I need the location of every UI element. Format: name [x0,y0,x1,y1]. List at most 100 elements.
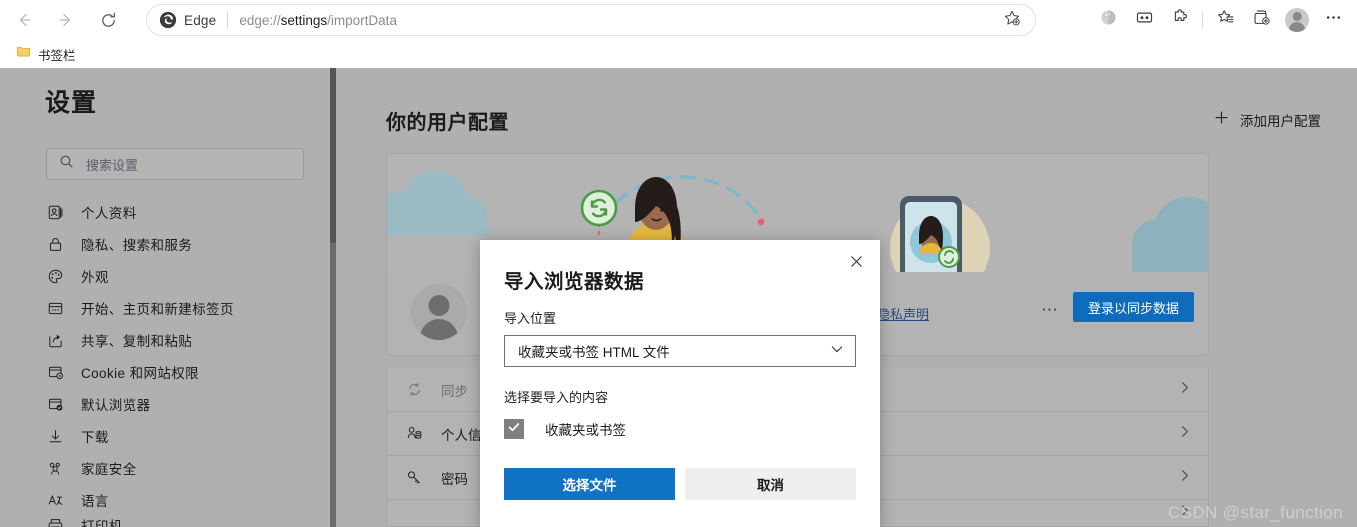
import-source-label: 导入位置 [504,311,557,326]
main-heading: 你的用户配置 [386,112,509,134]
browser-toolbar-actions [1090,4,1351,36]
forward-button[interactable] [48,4,84,36]
extensions-icon [1171,8,1190,32]
settings-and-more-button[interactable] [1315,4,1351,36]
plus-icon [1214,110,1229,130]
sidebar-item-family-safety[interactable]: 家庭安全 [44,452,334,484]
import-content-label: 选择要导入的内容 [504,390,609,405]
sidebar-item-share-copy-paste[interactable]: 共享、复制和粘贴 [44,324,334,356]
cookie-settings-icon [44,361,66,383]
sidebar-item-label: 外观 [81,270,109,285]
chevron-down-icon [829,341,845,362]
language-icon [44,489,66,511]
back-button[interactable] [6,4,42,36]
favorites-checkbox-label: 收藏夹或书签 [545,423,626,438]
sidebar-item-cookies-permissions[interactable]: Cookie 和网站权限 [44,356,334,388]
sidebar-item-label: 默认浏览器 [81,398,151,413]
sidebar-item-downloads[interactable]: 下载 [44,420,334,452]
download-icon [44,425,66,447]
edge-brand-label: Edge [184,12,217,28]
sidebar-item-default-browser[interactable]: 默认浏览器 [44,388,334,420]
navigation-toolbar: Edge edge://settings/importData [0,0,1357,40]
password-key-icon [403,469,425,486]
sidebar-item-label: 家庭安全 [81,462,137,477]
favorites-checkbox[interactable] [504,419,524,439]
bookmark-folder-item[interactable]: 书签栏 [10,42,82,66]
collections-icon [1252,8,1271,32]
search-placeholder: 搜索设置 [86,157,139,173]
add-to-favorites-button[interactable] [995,5,1029,35]
page-title: 设置 [45,89,98,117]
browser-essentials-icon [1099,8,1118,32]
family-safety-icon [44,457,66,479]
address-bar[interactable]: Edge edge://settings/importData [146,4,1036,36]
sidebar-item-profile[interactable]: 个人资料 [44,196,334,228]
choose-file-button[interactable]: 选择文件 [504,468,675,500]
browser-window: Edge edge://settings/importData 书签栏 设置 搜… [0,0,1357,527]
settings-row-label: 密码 [441,471,468,487]
share-icon [44,329,66,351]
sidebar-item-label: 打印机 [81,519,123,527]
personal-info-icon [403,425,425,442]
search-icon [59,154,74,174]
browser-essentials-button[interactable] [1090,4,1126,36]
search-settings-input[interactable]: 搜索设置 [46,148,304,180]
reload-button[interactable] [90,4,126,36]
palette-icon [44,265,66,287]
browser-chrome: Edge edge://settings/importData 书签栏 [0,0,1357,68]
chevron-right-icon [1177,424,1192,444]
sidebar-item-privacy[interactable]: 隐私、搜索和服务 [44,228,334,260]
settings-nav-list: 个人资料 隐私、搜索和服务 外观 开始、主页和新建标签页 共享、复制和粘贴 Co… [44,196,334,527]
sidebar-item-label: 下载 [81,430,109,445]
split-screen-button[interactable] [1126,4,1162,36]
toolbar-divider [1202,11,1203,29]
more-options-icon[interactable]: ⋯ [1041,300,1060,320]
sidebar-item-label: 个人资料 [81,206,137,221]
sidebar-item-languages[interactable]: 语言 [44,484,334,516]
avatar-placeholder-icon [411,284,467,340]
import-source-select[interactable]: 收藏夹或书签 HTML 文件 [504,335,856,367]
add-profile-button[interactable]: 添加用户配置 [1214,110,1321,130]
import-source-value: 收藏夹或书签 HTML 文件 [518,345,670,360]
forward-arrow-icon [57,11,75,29]
bookmarks-bar: 书签栏 [0,40,1357,68]
settings-and-more-icon [1324,8,1343,32]
collections-button[interactable] [1243,4,1279,36]
printer-icon [44,516,66,527]
address-url: edge://settings/importData [239,12,397,28]
close-dialog-button[interactable] [841,249,871,279]
back-arrow-icon [15,11,33,29]
lock-icon [44,233,66,255]
sync-icon [403,381,425,398]
sidebar-item-printers[interactable]: 打印机 [44,516,334,527]
dialog-title: 导入浏览器数据 [504,271,645,293]
extensions-button[interactable] [1162,4,1198,36]
close-icon [849,254,864,274]
edge-logo-icon [159,11,177,29]
profile-button[interactable] [1279,4,1315,36]
sidebar-item-label: 共享、复制和粘贴 [81,334,193,349]
split-screen-icon [1135,8,1154,32]
import-browser-data-dialog: 导入浏览器数据 导入位置 收藏夹或书签 HTML 文件 选择要导入的内容 收藏夹… [480,240,880,527]
sidebar-item-start-home-newtab[interactable]: 开始、主页和新建标签页 [44,292,334,324]
sign-in-to-sync-button[interactable]: 登录以同步数据 [1072,292,1194,322]
profile-icon [44,201,66,223]
dialog-actions: 选择文件 取消 [504,468,856,500]
reload-icon [99,11,118,30]
profile-avatar-icon [1285,8,1309,32]
sidebar-item-label: 语言 [81,494,109,509]
add-profile-label: 添加用户配置 [1240,114,1321,129]
privacy-statement-link[interactable]: 隐私声明 [877,304,929,323]
sidebar-item-label: Cookie 和网站权限 [81,366,200,381]
sidebar-item-appearance[interactable]: 外观 [44,260,334,292]
cancel-button[interactable]: 取消 [685,468,856,500]
favorites-icon [1216,8,1235,32]
favorites-button[interactable] [1207,4,1243,36]
settings-sidebar: 设置 搜索设置 个人资料 隐私、搜索和服务 外观 开始、主页和新建标签页 共享、… [0,68,330,527]
favorites-checkbox-row[interactable]: 收藏夹或书签 [504,419,626,439]
chevron-right-icon [1177,380,1192,400]
address-divider [227,11,229,29]
chevron-right-icon [1177,503,1192,523]
browser-window-icon [44,297,66,319]
checkmark-icon [507,420,521,439]
